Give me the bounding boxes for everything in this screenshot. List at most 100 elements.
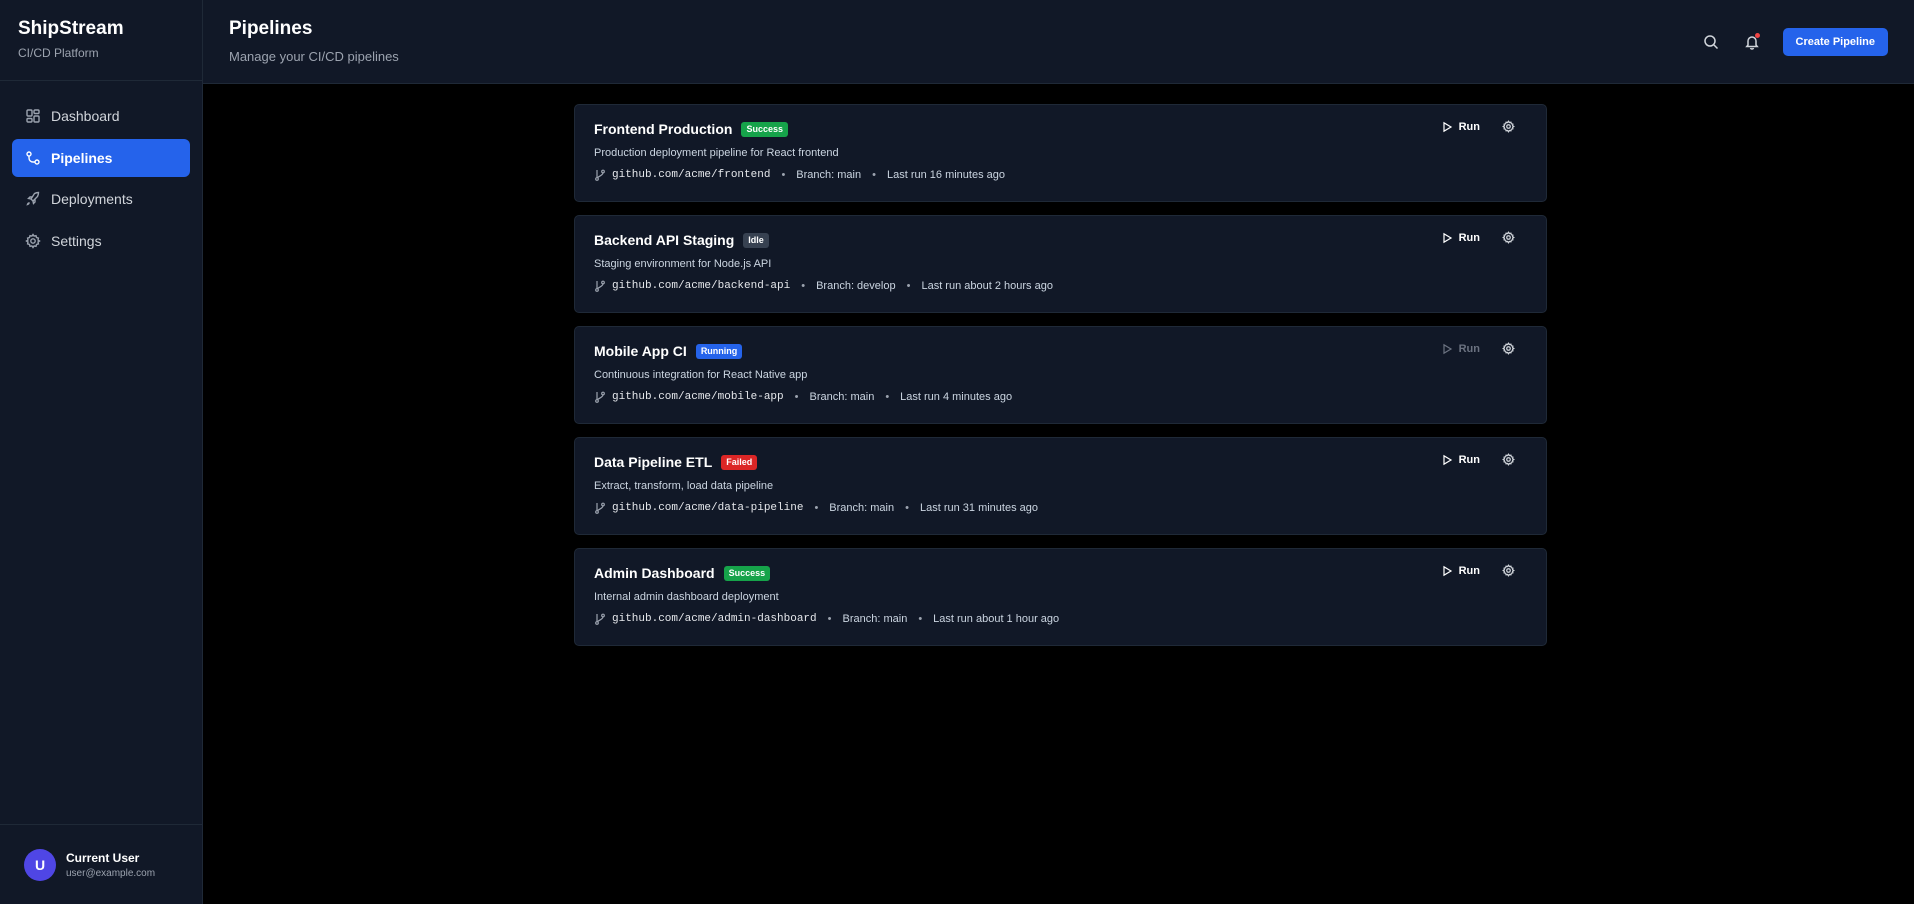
play-icon: [1443, 454, 1452, 466]
page-subtitle: Manage your CI/CD pipelines: [229, 49, 399, 64]
main: Pipelines Manage your CI/CD pipelines Cr…: [203, 0, 1914, 904]
meta-separator: •: [814, 502, 819, 514]
gear-icon: [1502, 342, 1515, 355]
pipeline-settings-button[interactable]: [1502, 231, 1516, 245]
brand-subtitle: CI/CD Platform: [18, 46, 99, 60]
header-actions: Create Pipeline: [1695, 26, 1888, 58]
pipeline-settings-button[interactable]: [1502, 342, 1516, 356]
git-branch-icon: [595, 613, 605, 625]
pipeline-meta: github.com/acme/backend-api • Branch: de…: [594, 280, 1527, 292]
play-icon: [1443, 343, 1452, 355]
run-button[interactable]: Run: [1441, 232, 1480, 244]
brand: ShipStream CI/CD Platform: [0, 0, 202, 81]
meta-separator: •: [827, 613, 832, 625]
pipeline-list: Frontend Production Success Production d…: [203, 84, 1914, 904]
repo-link[interactable]: github.com/acme/frontend: [612, 169, 770, 181]
sidebar-item-settings[interactable]: Settings: [12, 222, 190, 260]
status-badge: Running: [695, 343, 743, 359]
pipeline-name: Frontend Production: [594, 121, 733, 137]
status-badge: Success: [723, 565, 771, 581]
play-icon: [1443, 565, 1452, 577]
meta-separator: •: [918, 613, 923, 625]
sidebar-item-label: Settings: [51, 232, 102, 249]
run-button-label: Run: [1458, 121, 1480, 133]
app: ShipStream CI/CD Platform Dashboard Pipe…: [0, 0, 1914, 904]
branch-label: Branch: main: [809, 391, 875, 403]
meta-separator: •: [905, 502, 909, 514]
pipeline-description: Production deployment pipeline for React…: [594, 147, 839, 159]
search-icon: [1703, 35, 1718, 50]
run-button-label: Run: [1458, 343, 1480, 355]
meta-separator: •: [885, 391, 890, 403]
run-button-label: Run: [1458, 454, 1480, 466]
sidebar-item-dashboard[interactable]: Dashboard: [12, 97, 190, 135]
sidebar-item-label: Dashboard: [51, 108, 120, 124]
pipeline-name: Backend API Staging: [594, 232, 735, 248]
git-branch-icon: [595, 391, 605, 403]
last-run-label: Last run 4 minutes ago: [900, 391, 1013, 403]
run-button[interactable]: Run: [1441, 565, 1480, 577]
pipeline-meta: github.com/acme/data-pipeline • Branch: …: [594, 502, 1527, 514]
avatar: U: [24, 848, 56, 881]
last-run-label: Last run 31 minutes ago: [919, 502, 1038, 514]
last-run-label: Last run about 1 hour ago: [933, 613, 1060, 625]
notifications-button[interactable]: [1736, 26, 1768, 58]
create-pipeline-button[interactable]: Create Pipeline: [1782, 28, 1888, 56]
git-branch-icon: [595, 169, 605, 181]
pipeline-meta: github.com/acme/frontend • Branch: main …: [594, 169, 1527, 181]
user-profile[interactable]: U Current User user@example.com: [0, 824, 202, 904]
rocket-icon: [26, 191, 40, 206]
last-run-label: Last run 16 minutes ago: [886, 169, 1005, 181]
run-button[interactable]: Run: [1441, 454, 1480, 466]
pipeline-card: Mobile App CI Running Continuous integra…: [574, 326, 1547, 424]
branch-label: Branch: main: [796, 169, 862, 181]
user-name: Current User: [66, 850, 140, 865]
pipeline-icon: [26, 150, 40, 165]
meta-separator: •: [801, 280, 806, 292]
run-button[interactable]: Run: [1441, 121, 1480, 133]
status-badge: Idle: [743, 232, 769, 248]
status-badge: Failed: [721, 454, 758, 470]
pipeline-name: Mobile App CI: [594, 343, 687, 359]
page-title: Pipelines: [229, 18, 313, 39]
card-actions: Run: [1441, 342, 1516, 356]
status-badge: Success: [741, 121, 788, 137]
repo-link[interactable]: github.com/acme/data-pipeline: [612, 502, 803, 514]
repo-link[interactable]: github.com/acme/admin-dashboard: [612, 613, 817, 625]
sidebar-item-label: Deployments: [51, 191, 133, 207]
run-button-label: Run: [1458, 565, 1480, 577]
pipeline-settings-button[interactable]: [1502, 564, 1516, 578]
sidebar-item-deployments[interactable]: Deployments: [12, 180, 190, 218]
page-header: Pipelines Manage your CI/CD pipelines Cr…: [203, 0, 1914, 84]
pipeline-description: Staging environment for Node.js API: [594, 258, 772, 270]
meta-separator: •: [794, 391, 799, 403]
pipeline-settings-button[interactable]: [1502, 120, 1516, 134]
sidebar-nav: Dashboard Pipelines Deployments Settings: [0, 81, 202, 824]
repo-link[interactable]: github.com/acme/backend-api: [612, 280, 790, 292]
search-button[interactable]: [1695, 26, 1727, 58]
repo-link[interactable]: github.com/acme/mobile-app: [612, 391, 784, 403]
gear-icon: [1502, 453, 1515, 466]
play-icon: [1443, 121, 1452, 133]
branch-label: Branch: main: [842, 613, 908, 625]
sidebar-item-pipelines[interactable]: Pipelines: [12, 138, 190, 177]
card-actions: Run: [1441, 453, 1516, 467]
pipeline-card: Data Pipeline ETL Failed Extract, transf…: [574, 437, 1547, 535]
pipeline-card: Admin Dashboard Success Internal admin d…: [574, 548, 1547, 646]
pipeline-name: Data Pipeline ETL: [594, 454, 713, 470]
gear-icon: [1502, 564, 1515, 577]
pipeline-settings-button[interactable]: [1502, 453, 1516, 467]
user-email: user@example.com: [66, 867, 156, 879]
git-branch-icon: [595, 502, 605, 514]
gear-icon: [25, 232, 41, 249]
meta-separator: •: [781, 169, 786, 181]
pipeline-description: Extract, transform, load data pipeline: [594, 480, 774, 492]
pipeline-description: Continuous integration for React Native …: [594, 369, 808, 381]
card-actions: Run: [1441, 120, 1516, 134]
grid-icon: [26, 109, 40, 123]
meta-separator: •: [872, 169, 876, 181]
pipeline-card: Frontend Production Success Production d…: [574, 104, 1547, 202]
git-branch-icon: [595, 280, 605, 292]
notification-dot: [1754, 33, 1760, 38]
gear-icon: [1502, 231, 1515, 244]
